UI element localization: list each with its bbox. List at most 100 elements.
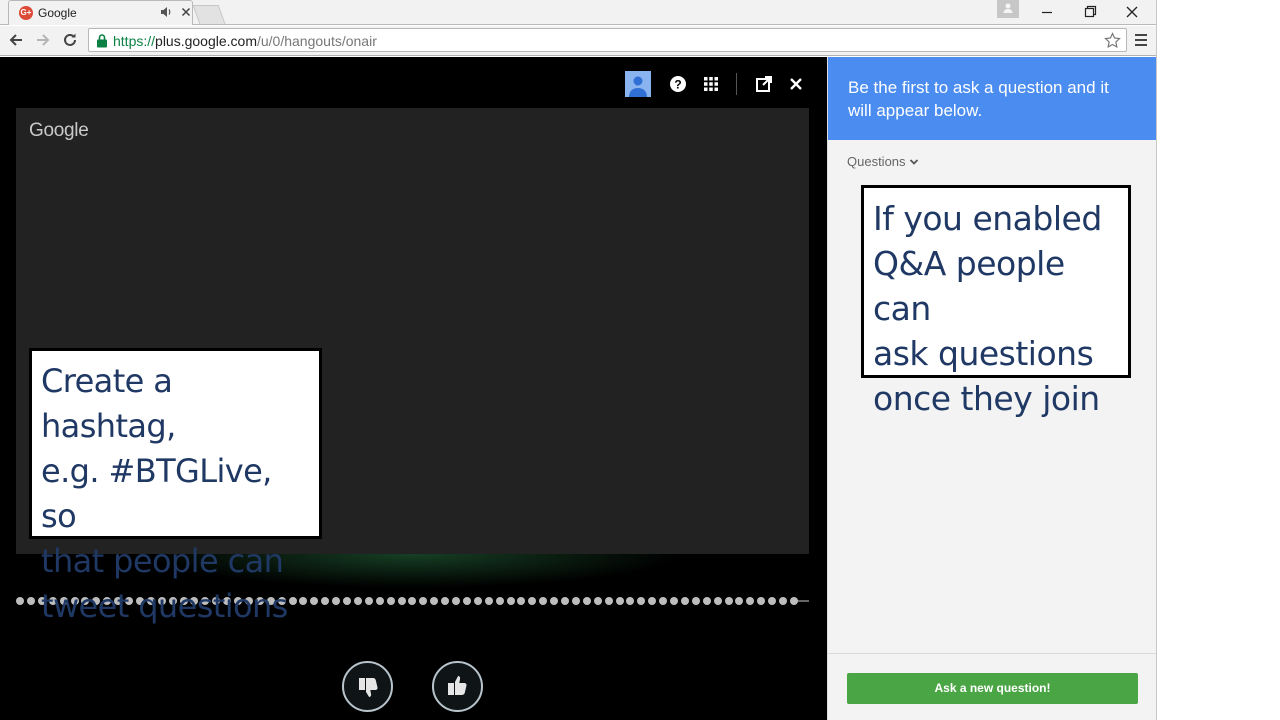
restore-icon[interactable] — [1070, 0, 1110, 24]
participant-dot — [768, 597, 777, 605]
thumbs-up-icon — [448, 676, 467, 695]
url-scheme: https:// — [113, 33, 156, 49]
like-button[interactable] — [432, 661, 483, 712]
participant-dot — [691, 597, 700, 605]
participant-dot — [408, 597, 417, 605]
participant-dot — [702, 597, 711, 605]
callout-line: If you enabled — [873, 199, 1102, 238]
callout-line: tweet questions — [41, 587, 288, 625]
participant-dot — [353, 597, 362, 605]
participant-dot — [321, 597, 330, 605]
tab-title: Google — [38, 6, 77, 20]
callout-line: once they join — [873, 379, 1100, 418]
participant-dot — [670, 597, 678, 605]
participant-dot — [659, 597, 668, 605]
participant-dot — [735, 597, 744, 605]
avatar-icon[interactable] — [625, 71, 651, 97]
dots-line — [796, 600, 809, 602]
qa-banner-text: Be the first to ask a question and it wi… — [848, 76, 1138, 122]
participant-dot — [332, 597, 341, 605]
url-path: /u/0/hangouts/onair — [256, 33, 377, 49]
participant-dot — [473, 597, 482, 605]
popout-icon[interactable] — [751, 71, 777, 97]
participant-dot — [571, 597, 580, 605]
participant-dot — [16, 597, 24, 605]
participant-dot — [637, 597, 646, 605]
browser-tab[interactable]: G+ Google — [8, 0, 193, 25]
qa-banner-line: Be the first to ask a question and it — [848, 78, 1109, 97]
lock-icon — [97, 34, 107, 48]
minimize-icon[interactable] — [1027, 0, 1067, 24]
participant-dot — [724, 597, 733, 605]
forward-icon[interactable] — [32, 29, 54, 51]
participant-dot — [713, 597, 722, 605]
browser-window: G+ Google https://plus.google.com/u/0/ha… — [0, 0, 1157, 720]
google-plus-favicon-icon: G+ — [19, 6, 33, 20]
callout-line: that people can — [41, 542, 284, 580]
participant-dot — [343, 597, 351, 605]
participant-dot — [397, 597, 406, 605]
participant-dot — [615, 597, 624, 605]
participant-dot — [746, 597, 755, 605]
help-icon[interactable]: ? — [665, 71, 691, 97]
questions-filter-label[interactable]: Questions — [847, 154, 906, 169]
back-icon[interactable] — [5, 29, 27, 51]
callout-line: Q&A people can — [873, 244, 1065, 328]
profile-button[interactable] — [997, 0, 1019, 18]
tab-close-icon[interactable] — [179, 5, 193, 19]
svg-text:?: ? — [674, 78, 681, 92]
participant-dot — [441, 597, 450, 605]
dislike-button[interactable] — [342, 661, 393, 712]
url-text: https://plus.google.com/u/0/hangouts/ona… — [113, 33, 377, 49]
hashtag-callout: Create a hashtag, e.g. #BTGLive, so that… — [29, 348, 322, 625]
qa-callout: If you enabled Q&A people can ask questi… — [861, 185, 1131, 418]
google-logo: Google — [29, 120, 89, 141]
participant-dot — [593, 597, 602, 605]
browser-toolbar: https://plus.google.com/u/0/hangouts/ona… — [0, 26, 1156, 56]
audio-icon[interactable] — [159, 5, 173, 19]
participant-dot — [779, 597, 787, 605]
participant-dot — [484, 597, 493, 605]
thumbs-down-icon — [359, 678, 378, 697]
participant-dot — [506, 597, 515, 605]
participant-dot — [550, 597, 559, 605]
participant-dot — [561, 597, 569, 605]
participant-dot — [626, 597, 635, 605]
qa-banner: Be the first to ask a question and it wi… — [828, 57, 1156, 140]
url-host: plus.google.com — [155, 33, 257, 49]
participant-dot — [528, 597, 537, 605]
participant-dot — [680, 597, 689, 605]
callout-line: e.g. #BTGLive, so — [41, 452, 272, 535]
user-icon — [1003, 3, 1013, 13]
window-close-icon[interactable] — [1112, 0, 1152, 24]
close-icon[interactable] — [783, 71, 809, 97]
participant-dot — [375, 597, 384, 605]
participant-dot — [430, 597, 439, 605]
participant-dot — [310, 597, 319, 605]
chevron-down-icon[interactable] — [909, 157, 919, 167]
participant-dot — [648, 597, 657, 605]
tab-strip: G+ Google — [0, 0, 1156, 25]
new-tab-button[interactable] — [192, 5, 226, 24]
callout-line: ask questions — [873, 334, 1094, 373]
participant-dot — [517, 597, 526, 605]
apps-grid-icon[interactable] — [698, 71, 724, 97]
star-icon[interactable] — [1104, 32, 1121, 49]
reload-icon[interactable] — [59, 29, 81, 51]
participant-dot — [495, 597, 504, 605]
participant-dot — [462, 597, 471, 605]
participant-dot — [539, 597, 548, 605]
participant-dot — [364, 597, 373, 605]
menu-icon[interactable] — [1133, 31, 1149, 49]
participant-dot — [386, 597, 395, 605]
qa-banner-line: will appear below. — [848, 101, 983, 120]
participant-dot — [26, 597, 35, 605]
hangout-top-icons: ? — [625, 71, 811, 97]
ask-question-button[interactable]: Ask a new question! — [847, 673, 1138, 704]
participant-dot — [757, 597, 766, 605]
callout-line: Create a hashtag, — [41, 362, 176, 445]
address-bar[interactable]: https://plus.google.com/u/0/hangouts/ona… — [88, 28, 1127, 52]
participant-dot — [604, 597, 613, 605]
qa-footer: Ask a new question! — [828, 653, 1156, 720]
participant-dot — [789, 597, 798, 605]
